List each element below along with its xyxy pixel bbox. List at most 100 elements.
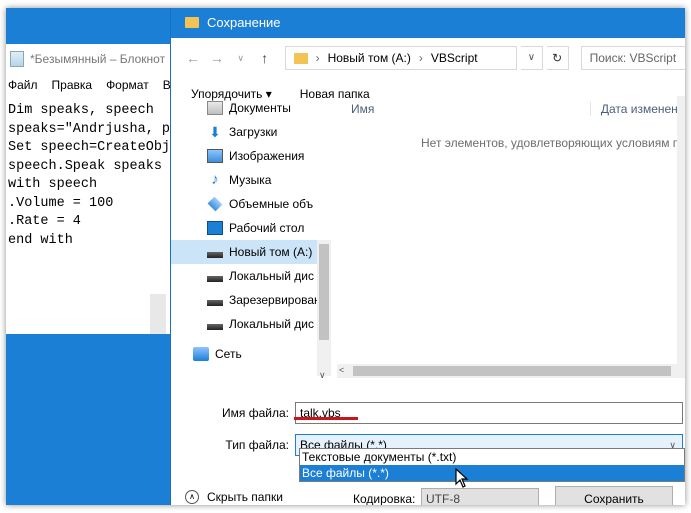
menu-format[interactable]: Формат (106, 78, 149, 92)
red-underline-annotation (294, 417, 358, 420)
breadcrumb-separator-icon: › (315, 51, 320, 65)
notepad-window: *Безымянный – Блокнот Файл Правка Формат… (6, 44, 175, 334)
forward-arrow-icon[interactable]: → (207, 50, 227, 66)
filename-label: Имя файла: (222, 406, 289, 420)
menu-edit[interactable]: Правка (52, 78, 93, 92)
empty-message: Нет элементов, удовлетворяющих условиям … (421, 136, 685, 150)
network-icon (193, 347, 209, 361)
tree-item-label: Рабочий стол (229, 221, 305, 235)
address-row: ← → ∨ ↑ › Новый том (A:) › VBScript ∨ ↻ … (171, 38, 685, 78)
list-vertical-scrollbar[interactable] (677, 96, 685, 364)
scrollbar-thumb[interactable] (319, 244, 329, 340)
tree-item-label: Локальный дис (229, 317, 314, 331)
tree-item-downloads[interactable]: ⬇ Загрузки (171, 120, 331, 144)
code-line: Set speech=CreateObj (8, 140, 171, 155)
tree-item-label: Загрузки (229, 125, 278, 139)
tree-scrollbar[interactable] (317, 240, 331, 376)
tree-item-pictures[interactable]: Изображения (171, 144, 331, 168)
back-arrow-icon[interactable]: ← (183, 50, 203, 66)
music-icon: ♪ (211, 171, 219, 188)
encoding-label: Кодировка: (353, 492, 416, 505)
dialog-title: Сохранение (207, 14, 281, 30)
hide-folders-button[interactable]: ∧ Скрыть папки (185, 490, 283, 504)
drive-icon (207, 252, 223, 258)
notepad-title: *Безымянный – Блокнот (30, 52, 166, 66)
tree-item-label: Документы (229, 101, 291, 115)
code-line: .Rate = 4 (8, 214, 81, 229)
chevron-up-icon: ∧ (185, 490, 199, 504)
list-horizontal-scrollbar[interactable]: < (337, 364, 685, 378)
desktop: *Безымянный – Блокнот Файл Правка Формат… (6, 8, 685, 505)
hide-folders-label: Скрыть папки (207, 490, 283, 504)
list-header: Имя Дата изменения (337, 96, 685, 122)
tree-item-label: Изображения (229, 149, 305, 163)
up-arrow-icon[interactable]: ↑ (255, 50, 275, 66)
menu-file[interactable]: Файл (8, 78, 38, 92)
download-icon: ⬇ (209, 124, 221, 140)
tree-item-local-disk-2[interactable]: Локальный дис (171, 312, 331, 336)
3d-objects-icon (207, 196, 223, 212)
documents-icon (207, 101, 223, 115)
desktop-icon (207, 221, 223, 235)
tree-item-local-disk[interactable]: Локальный дис (171, 264, 331, 288)
drive-icon (207, 300, 223, 306)
screenshot-frame: *Безымянный – Блокнот Файл Правка Формат… (0, 0, 691, 513)
notepad-scrollbar[interactable] (150, 294, 166, 334)
scroll-left-arrow-icon[interactable]: < (339, 365, 344, 375)
tree-item-label: Локальный дис (229, 269, 314, 283)
dialog-footer: ∧ Скрыть папки Кодировка: UTF-8 Сохранит… (171, 480, 685, 505)
tree-item-documents[interactable]: Документы (171, 96, 331, 120)
column-date[interactable]: Дата изменения (591, 102, 685, 116)
filetype-option-txt[interactable]: Текстовые документы (*.txt) (300, 449, 684, 465)
save-button[interactable]: Сохранить (555, 486, 673, 505)
tree-item-reserved[interactable]: Зарезервирован (171, 288, 331, 312)
save-dialog: Сохранение ← → ∨ ↑ › Новый том (A:) › VB… (170, 8, 685, 505)
search-input[interactable]: Поиск: VBScript (580, 46, 685, 70)
breadcrumb-folder[interactable]: VBScript (431, 51, 478, 65)
tree-item-network[interactable]: Сеть (171, 342, 331, 366)
encoding-select[interactable]: UTF-8 (421, 488, 539, 505)
code-line: with speech (8, 177, 98, 192)
file-list: Имя Дата изменения Нет элементов, удовле… (337, 96, 685, 378)
filetype-option-all[interactable]: Все файлы (*.*) (300, 465, 684, 481)
address-dropdown-icon[interactable]: ∨ (520, 46, 543, 70)
tree-item-desktop[interactable]: Рабочий стол (171, 216, 331, 240)
breadcrumb-separator-icon: › (418, 51, 423, 65)
dialog-titlebar: Сохранение (171, 8, 685, 38)
pictures-icon (207, 149, 223, 163)
tree-item-drive-a[interactable]: Новый том (A:) (171, 240, 331, 264)
notepad-icon (10, 51, 24, 67)
navigation-pane: Документы ⬇ Загрузки Изображения ♪ Музыка … (171, 96, 331, 380)
filename-input[interactable]: talk.vbs (294, 402, 683, 424)
notepad-titlebar: *Безымянный – Блокнот (6, 44, 174, 74)
scroll-down-arrow-icon[interactable]: ∨ (319, 370, 326, 381)
drive-icon (207, 324, 223, 330)
code-line: .Volume = 100 (8, 195, 114, 211)
filename-row: Имя файла: talk.vbs (171, 400, 685, 426)
tree-item-label: Музыка (229, 173, 272, 187)
tree-item-label: Объемные объ (229, 197, 314, 211)
filetype-label: Тип файла: (225, 438, 289, 452)
tree-item-3d-objects[interactable]: Объемные объ (171, 192, 331, 216)
recent-chevron-icon[interactable]: ∨ (231, 53, 251, 64)
refresh-icon[interactable]: ↻ (546, 46, 569, 70)
tree-item-label: Сеть (215, 347, 242, 361)
code-line: speaks="Andrjusha, p (8, 121, 171, 137)
column-name[interactable]: Имя (337, 102, 591, 116)
code-line: speech.Speak speaks (8, 158, 162, 174)
tree-item-label: Зарезервирован (229, 293, 321, 307)
mouse-cursor-icon (455, 467, 469, 491)
folder-icon (185, 16, 199, 28)
tree-item-music[interactable]: ♪ Музыка (171, 168, 331, 192)
notepad-text-area[interactable]: Dim speaks, speech speaks="Andrjusha, p Se… (6, 96, 174, 250)
code-line: end with (8, 232, 73, 248)
folder-icon (293, 52, 308, 64)
drive-icon (207, 276, 223, 282)
scrollbar-thumb[interactable] (353, 366, 671, 376)
code-line: Dim speaks, speech (8, 103, 154, 118)
address-bar[interactable]: › Новый том (A:) › VBScript (284, 46, 517, 70)
notepad-menubar: Файл Правка Формат В (6, 74, 174, 96)
filetype-dropdown-list: Текстовые документы (*.txt) Все файлы (*… (299, 448, 685, 482)
breadcrumb-drive[interactable]: Новый том (A:) (328, 51, 411, 65)
tree-item-label: Новый том (A:) (229, 245, 313, 259)
